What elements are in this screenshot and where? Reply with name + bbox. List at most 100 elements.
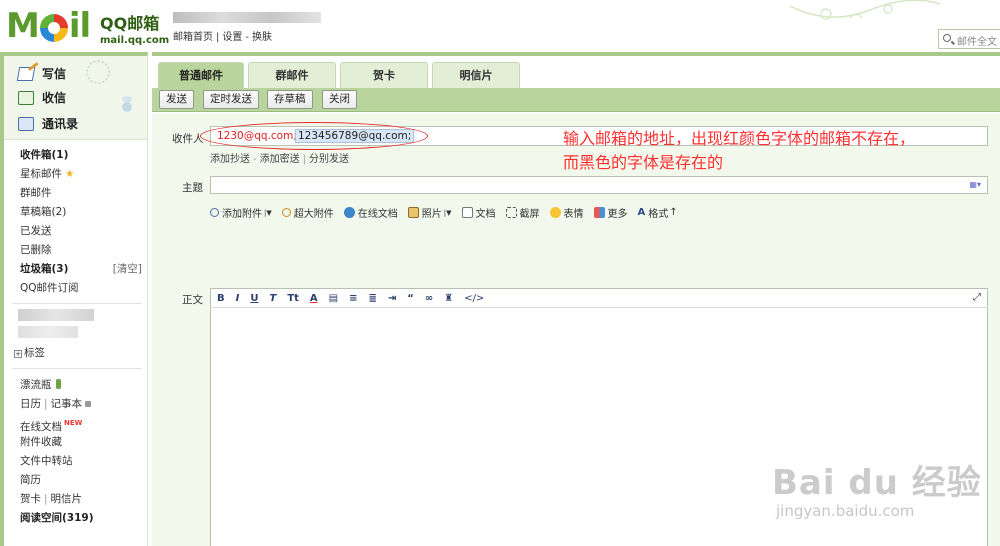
app-attachments[interactable]: 附件收藏 <box>20 433 142 452</box>
tab-group-mail[interactable]: 群邮件 <box>248 62 336 88</box>
annotation-line-1: 输入邮箱的地址，出现红颜色字体的邮箱不存在， <box>563 129 916 148</box>
account-name-blurred <box>173 12 321 23</box>
photo-button[interactable]: 照片 |▼ <box>407 205 452 220</box>
empty-spam-link[interactable]: [清空] <box>113 260 142 279</box>
skin-link[interactable]: 换肤 <box>252 32 272 43</box>
document-button[interactable]: 文档 <box>461 205 496 220</box>
link-icon[interactable]: ∞ <box>425 293 433 304</box>
folder-drafts[interactable]: 草稿箱(2) <box>20 203 142 222</box>
font-button[interactable]: T <box>269 293 276 304</box>
list-button[interactable]: ≣ <box>369 293 377 304</box>
folder-deleted[interactable]: 已删除 <box>20 241 142 260</box>
stamp-icon[interactable]: ♜ <box>444 293 453 304</box>
folder-inbox[interactable]: 收件箱(1) <box>20 146 142 165</box>
watermark-logo: Bai du 经验 <box>772 463 982 503</box>
bold-button[interactable]: B <box>217 293 225 304</box>
folder-subscriptions[interactable]: QQ邮件订阅 <box>20 279 142 298</box>
app-file-transfer[interactable]: 文件中转站 <box>20 452 142 471</box>
online-doc-button[interactable]: 在线文档 <box>343 205 398 220</box>
quote-button[interactable]: “ <box>407 293 414 304</box>
folder-spam-label: 垃圾箱(3) <box>20 263 69 275</box>
highlight-icon[interactable]: ▤ <box>329 293 338 304</box>
folder-sent[interactable]: 已发送 <box>20 222 142 241</box>
tab-greeting-card[interactable]: 贺卡 <box>340 62 428 88</box>
more-button[interactable]: 更多 <box>593 205 628 220</box>
qq-mail-logo[interactable]: Mil <box>6 6 91 46</box>
logo-letters-il: il <box>68 6 91 46</box>
blurred-folder <box>18 309 94 321</box>
vine-decoration <box>790 0 940 20</box>
source-code-button[interactable]: </> <box>464 293 484 304</box>
large-attachment-button[interactable]: 超大附件 <box>281 205 334 220</box>
scheduled-send-button[interactable]: 定时发送 <box>203 90 259 109</box>
emoji-button[interactable]: 表情 <box>549 205 584 220</box>
align-button[interactable]: ≡ <box>349 293 357 304</box>
subject-input[interactable]: ▦▾ <box>210 176 988 194</box>
folder-spam[interactable]: 垃圾箱(3) [清空] <box>20 260 142 279</box>
compose-label: 写信 <box>42 67 67 81</box>
logo-letter-m: M <box>6 6 40 46</box>
app-cards[interactable]: 贺卡 <box>20 493 41 505</box>
app-postcards[interactable]: 明信片 <box>51 493 83 505</box>
new-badge: NEW <box>64 419 83 427</box>
app-notes[interactable]: 记事本 <box>51 398 83 410</box>
add-attachment-button[interactable]: 添加附件 |▼ <box>210 205 272 220</box>
receive-button[interactable]: 收信 <box>18 89 66 106</box>
folder-group[interactable]: 群邮件 <box>20 184 142 203</box>
app-reading-space[interactable]: 阅读空间(319) <box>20 509 142 528</box>
tags-label: 标签 <box>24 347 45 359</box>
search-input[interactable]: 邮件全文 <box>938 29 1000 49</box>
close-button[interactable]: 关闭 <box>322 90 357 109</box>
bottle-icon <box>55 379 61 389</box>
add-cc-link[interactable]: 添加抄送 <box>210 154 250 165</box>
underline-button[interactable]: U <box>250 293 258 304</box>
brand-url: mail.qq.com <box>100 35 170 46</box>
screenshot-button[interactable]: 截屏 <box>505 205 540 220</box>
compose-button[interactable]: 写信 <box>16 65 67 82</box>
font-size-button[interactable]: Tt <box>287 293 299 304</box>
baidu-jingyan-watermark: Bai du 经验 jingyan.baidu.com <box>772 455 992 535</box>
red-highlight-oval <box>200 122 428 150</box>
folder-starred[interactable]: 星标邮件 ★ <box>20 165 142 184</box>
watermark-url: jingyan.baidu.com <box>776 502 915 520</box>
annotation-line-2: 而黑色的字体是存在的 <box>563 153 724 172</box>
format-button[interactable]: A 格式 ↑ <box>638 205 678 220</box>
emoji-label: 表情 <box>563 209 584 220</box>
save-draft-button[interactable]: 存草稿 <box>267 90 313 109</box>
dropdown-arrow-icon[interactable]: |▼ <box>444 209 452 217</box>
screenshot-label: 截屏 <box>519 209 540 220</box>
receive-label: 收信 <box>42 91 67 105</box>
add-bcc-link[interactable]: 添加密送 <box>260 154 300 165</box>
brand-name: QQ邮箱 <box>100 14 160 33</box>
divider <box>12 303 142 304</box>
photo-label: 照片 <box>421 209 442 220</box>
top-links: 邮箱首页 | 设置 - 换肤 <box>173 32 272 43</box>
tab-normal-mail[interactable]: 普通邮件 <box>158 62 244 88</box>
app-drift-bottle[interactable]: 漂流瓶 <box>20 376 142 395</box>
plus-icon: + <box>14 350 22 358</box>
settings-link[interactable]: 设置 <box>222 32 242 43</box>
expand-editor-icon[interactable]: ⤢ <box>973 292 981 303</box>
font-color-button[interactable]: A <box>310 293 318 304</box>
stationery-picker-icon[interactable]: ▦▾ <box>969 180 981 189</box>
tags-toggle[interactable]: + 标签 <box>4 344 147 363</box>
contacts-button[interactable]: 通讯录 <box>18 115 78 132</box>
separate-send-link[interactable]: 分别发送 <box>309 154 349 165</box>
tab-postcard[interactable]: 明信片 <box>432 62 520 88</box>
address-book-icon <box>18 116 34 131</box>
sidebar: 写信 收信 通讯录 收件箱(1) 星标邮件 ★ 群邮件 草稿箱(2) 已发送 已删… <box>0 52 148 546</box>
online-doc-icon <box>343 207 355 218</box>
app-resume[interactable]: 简历 <box>20 471 142 490</box>
home-link[interactable]: 邮箱首页 <box>173 32 213 43</box>
send-button[interactable]: 发送 <box>159 90 194 109</box>
large-attachment-label: 超大附件 <box>293 209 334 220</box>
app-calendar[interactable]: 日历 <box>20 398 41 410</box>
italic-button[interactable]: I <box>236 293 240 304</box>
app-online-docs[interactable]: 在线文档 NEW <box>20 414 142 433</box>
photo-icon <box>407 207 419 218</box>
star-icon: ★ <box>65 168 75 180</box>
pencil-icon <box>16 66 36 81</box>
app-cards-postcards: 贺卡 | 明信片 <box>20 493 83 505</box>
dropdown-arrow-icon[interactable]: |▼ <box>264 209 272 217</box>
indent-icon[interactable]: ⇥ <box>388 293 396 304</box>
